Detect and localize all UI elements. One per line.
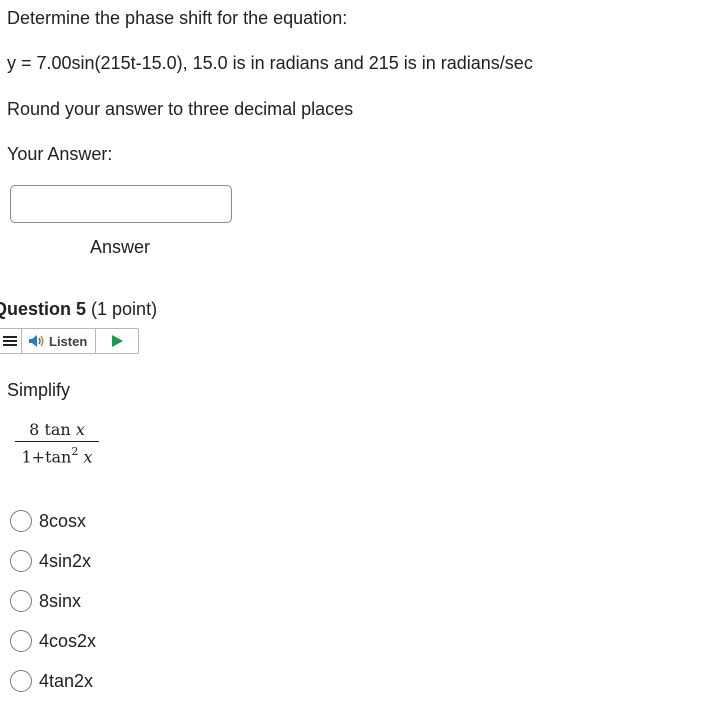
listen-button[interactable]: Listen <box>22 329 97 353</box>
play-icon <box>111 335 123 347</box>
radio-button[interactable] <box>10 630 32 652</box>
radio-button[interactable] <box>10 590 32 612</box>
option-label: 4sin2x <box>39 551 92 571</box>
quiz-page: Determine the phase shift for the equati… <box>0 0 715 711</box>
math-fraction: 8 tan x 1+tan2 x <box>15 420 99 468</box>
question-title: Question 5 <box>0 299 87 319</box>
answer-option[interactable]: 4cos2x <box>10 628 96 654</box>
option-label: 4cos2x <box>39 631 97 651</box>
answer-option[interactable]: 4tan2x <box>10 668 93 694</box>
read-aloud-toolbar: Listen <box>0 328 139 354</box>
option-label: 4tan2x <box>39 671 94 691</box>
answer-caption: Answer <box>90 237 151 257</box>
option-label: 8sinx <box>39 591 82 611</box>
hamburger-icon <box>3 336 17 346</box>
speaker-icon <box>29 335 44 347</box>
answer-option[interactable]: 4sin2x <box>10 548 91 574</box>
question-equation: y = 7.00sin(215t-15.0), 15.0 is in radia… <box>7 53 533 73</box>
question-prompt: Determine the phase shift for the equati… <box>7 8 348 28</box>
listen-label: Listen <box>49 333 88 349</box>
question5-prompt: Simplify <box>7 380 71 400</box>
answer-option[interactable]: 8cosx <box>10 508 86 534</box>
listen-menu-button[interactable] <box>0 329 22 353</box>
radio-button[interactable] <box>10 550 32 572</box>
question-instruction: Round your answer to three decimal place… <box>7 99 354 119</box>
answer-input[interactable] <box>10 185 232 223</box>
play-button[interactable] <box>96 329 138 353</box>
question-header: Question 5 (1 point) <box>0 298 157 320</box>
radio-button[interactable] <box>10 670 32 692</box>
your-answer-label: Your Answer: <box>7 144 113 164</box>
fraction-numerator: 8 tan x <box>15 420 99 442</box>
question-points: (1 point) <box>91 299 158 319</box>
option-label: 8cosx <box>39 511 87 531</box>
fraction-denominator: 1+tan2 x <box>21 445 93 467</box>
radio-button[interactable] <box>10 510 32 532</box>
answer-option[interactable]: 8sinx <box>10 588 81 614</box>
